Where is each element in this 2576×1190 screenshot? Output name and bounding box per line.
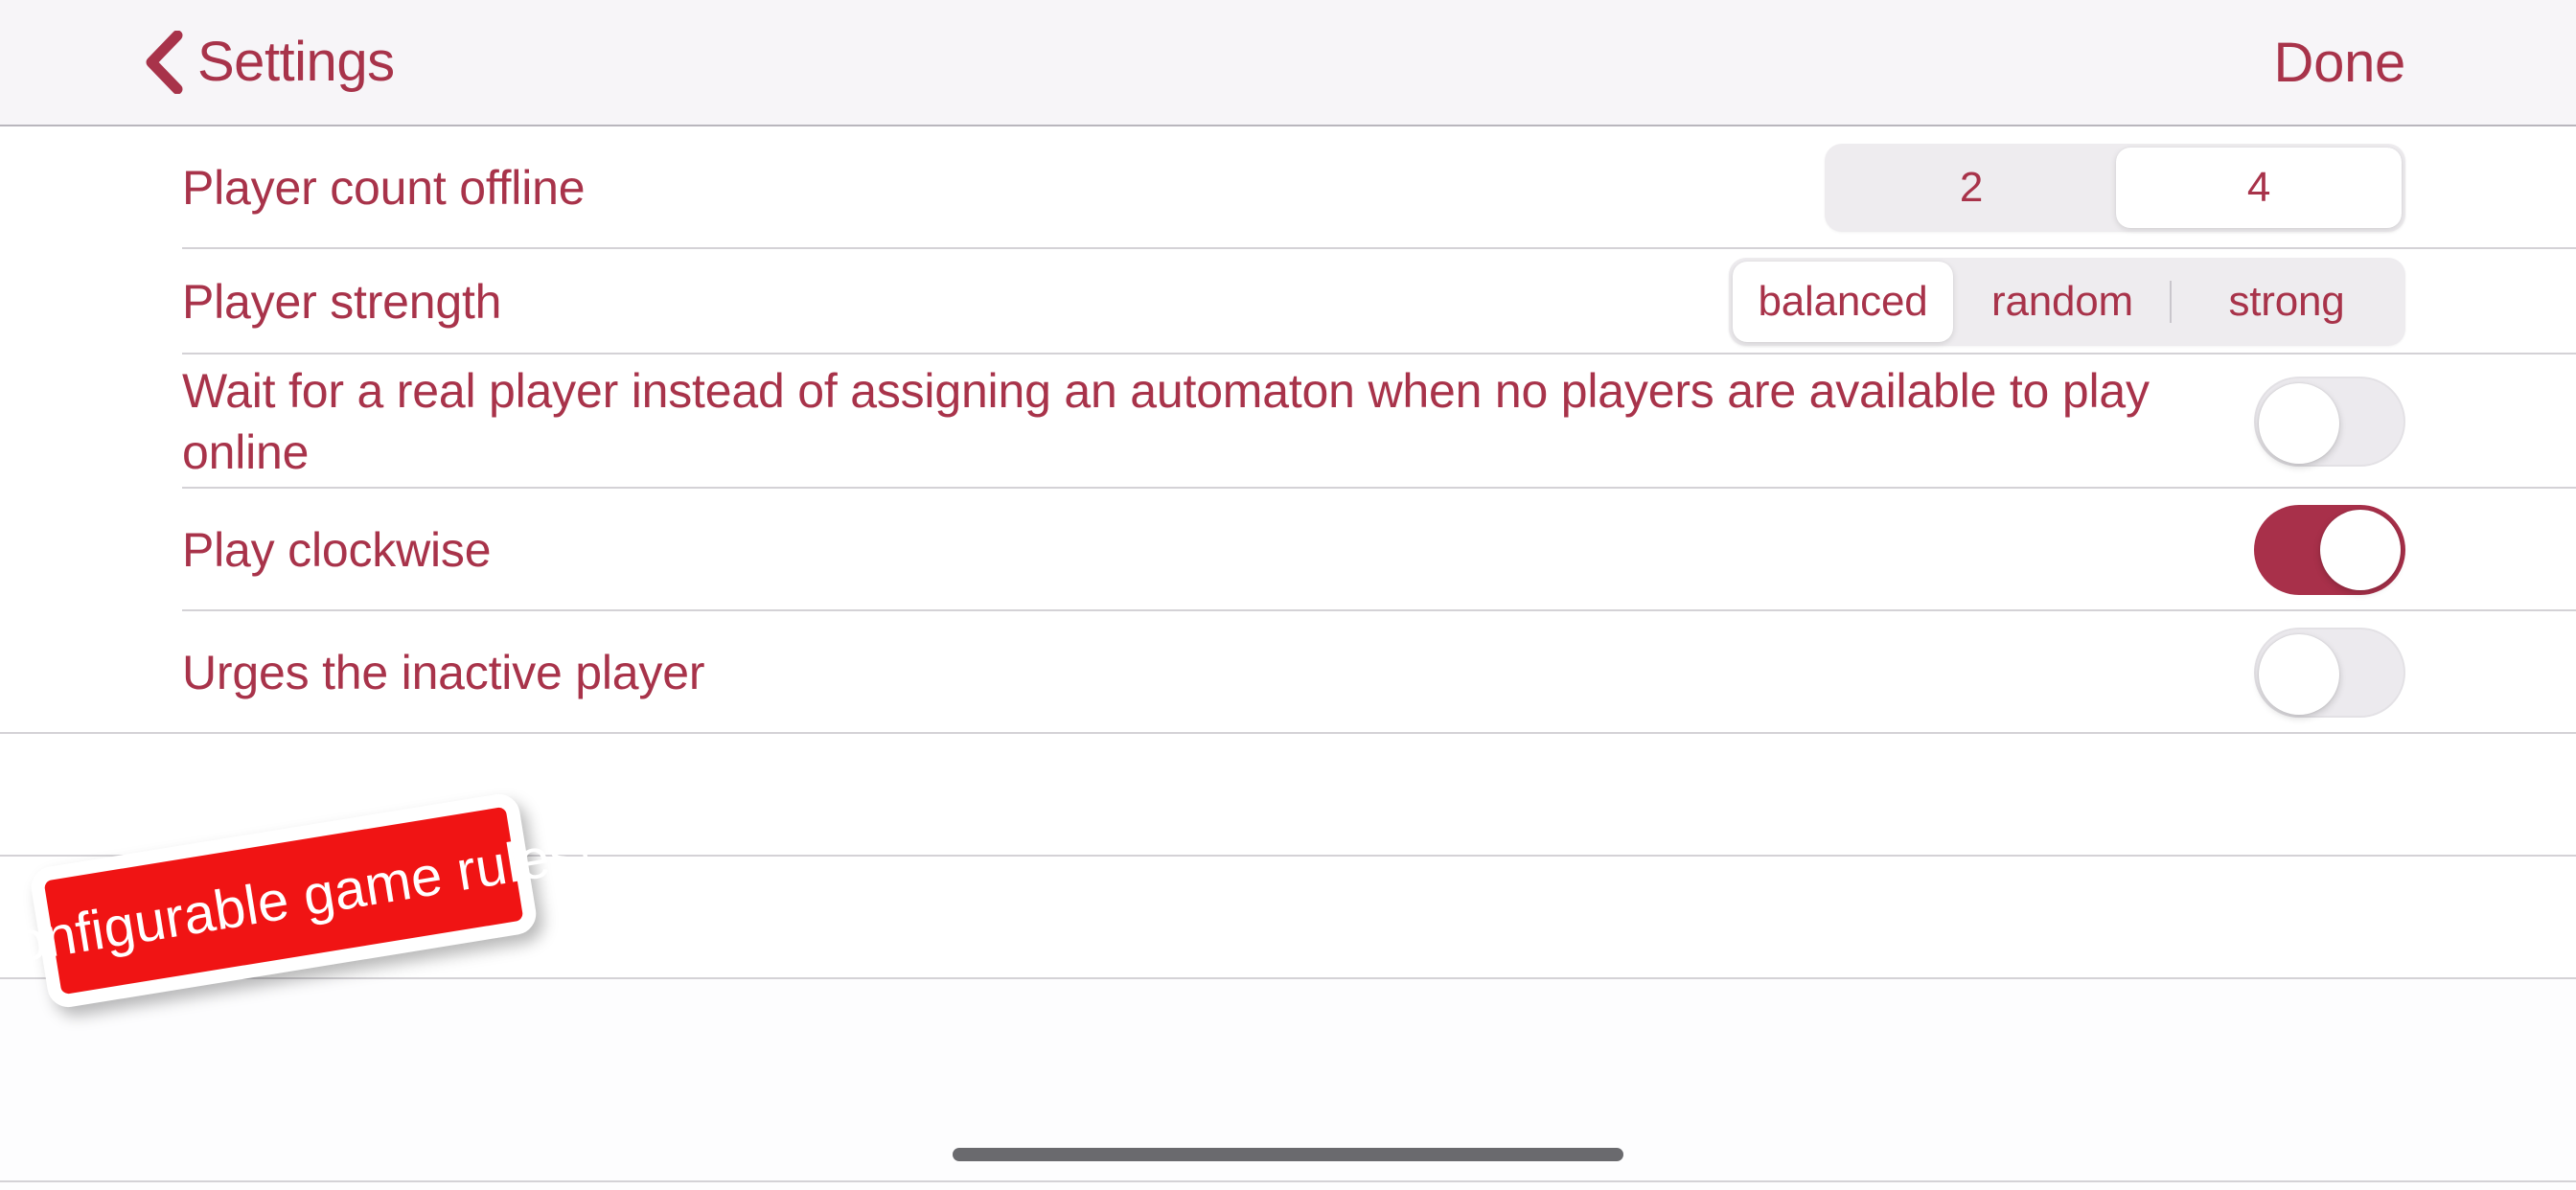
row-label: Play clockwise <box>182 523 492 577</box>
row-control <box>2254 377 2405 467</box>
row-control: 2 4 <box>1825 144 2405 232</box>
chevron-left-icon <box>146 31 183 94</box>
segment-player-count-4[interactable]: 4 <box>2116 148 2402 228</box>
row-label: Player count offline <box>182 161 586 215</box>
switch-knob <box>2259 383 2339 464</box>
switch-urges-inactive-player[interactable] <box>2254 628 2405 718</box>
switch-play-clockwise[interactable] <box>2254 505 2405 595</box>
switch-knob <box>2320 510 2401 590</box>
bottom-divider <box>0 1180 2576 1182</box>
back-button-label: Settings <box>197 31 395 93</box>
settings-row-urges-inactive-player[interactable]: Urges the inactive player <box>0 611 2576 734</box>
settings-screen: Settings Done Player count offline 2 4 P… <box>0 0 2576 1190</box>
settings-row-wait-for-real-player[interactable]: Wait for a real player instead of assign… <box>0 355 2576 489</box>
row-label: Wait for a real player instead of assign… <box>182 364 2150 479</box>
segment-strength-strong[interactable]: strong <box>2172 262 2402 342</box>
home-indicator[interactable] <box>953 1148 1623 1161</box>
done-button[interactable]: Done <box>2274 0 2406 125</box>
segment-player-count-2[interactable]: 2 <box>1828 148 2114 228</box>
row-control: balanced random strong <box>1729 258 2405 346</box>
segment-strength-random[interactable]: random <box>1955 262 2170 342</box>
row-control <box>2254 505 2405 595</box>
navigation-bar: Settings Done <box>0 0 2576 126</box>
settings-row-play-clockwise[interactable]: Play clockwise <box>0 489 2576 611</box>
switch-wait-for-real-player[interactable] <box>2254 377 2405 467</box>
segment-strength-balanced[interactable]: balanced <box>1733 262 1953 342</box>
settings-row-player-count-offline[interactable]: Player count offline 2 4 <box>0 126 2576 249</box>
settings-row-player-strength[interactable]: Player strength balanced random strong <box>0 249 2576 355</box>
row-label: Player strength <box>182 275 502 329</box>
switch-knob <box>2259 634 2339 715</box>
row-control <box>2254 628 2405 718</box>
back-button[interactable]: Settings <box>144 0 395 125</box>
segmented-control-player-strength[interactable]: balanced random strong <box>1729 258 2405 346</box>
row-label: Urges the inactive player <box>182 646 705 699</box>
segmented-control-player-count[interactable]: 2 4 <box>1825 144 2405 232</box>
